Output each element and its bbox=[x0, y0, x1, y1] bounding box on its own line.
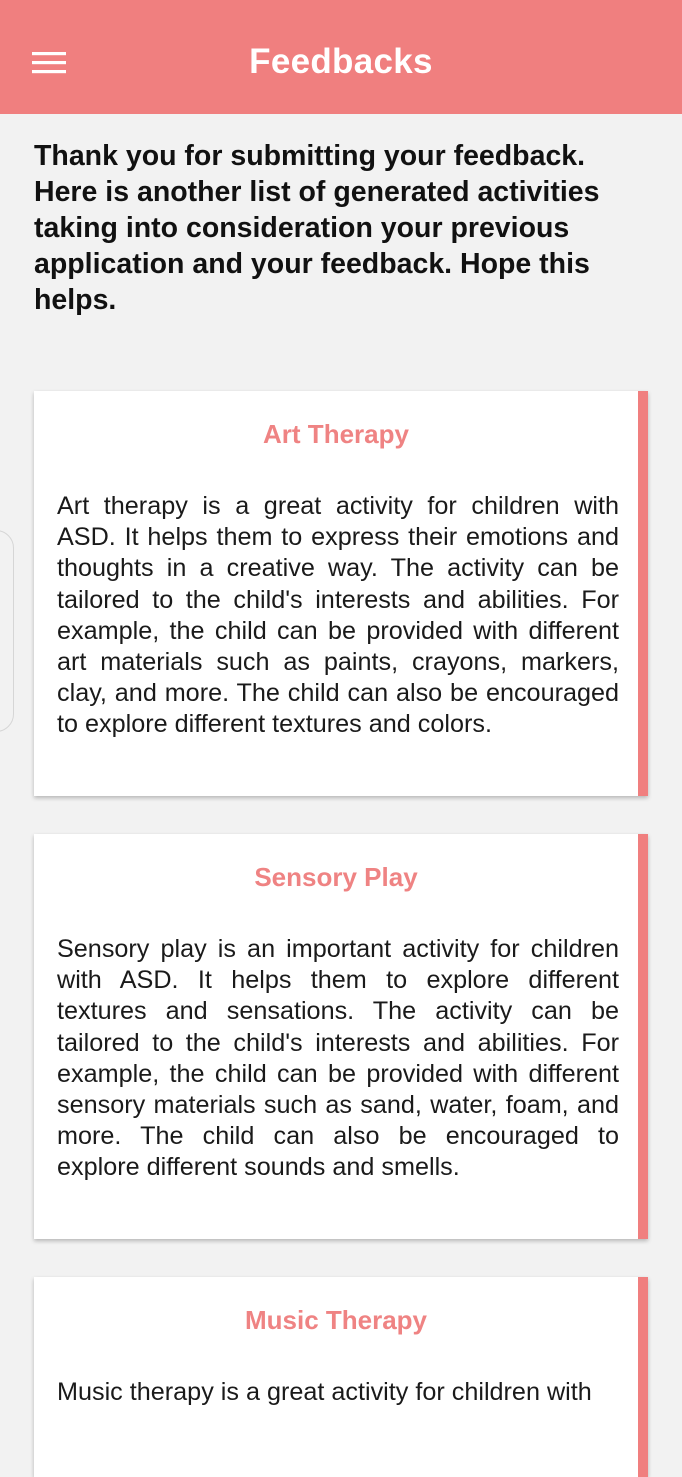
activity-card-music-therapy[interactable]: Music Therapy Music therapy is a great a… bbox=[34, 1277, 648, 1477]
activity-card-sensory-play[interactable]: Sensory Play Sensory play is an importan… bbox=[34, 834, 648, 1239]
edge-drawer-handle[interactable] bbox=[0, 530, 14, 732]
activity-title: Sensory Play bbox=[254, 862, 418, 892]
activity-card-art-therapy[interactable]: Art Therapy Art therapy is a great activ… bbox=[34, 391, 648, 796]
activity-description: Music therapy is a great activity for ch… bbox=[57, 1378, 592, 1406]
intro-message: Thank you for submitting your feedback. … bbox=[34, 140, 600, 316]
activity-description: Sensory play is an important activity fo… bbox=[57, 935, 619, 1182]
activity-description: Art therapy is a great activity for chil… bbox=[57, 492, 619, 739]
activity-title: Art Therapy bbox=[263, 419, 409, 449]
app-bar: Feedbacks bbox=[0, 0, 682, 114]
activity-title: Music Therapy bbox=[244, 1305, 428, 1335]
page-title: Feedbacks bbox=[249, 42, 433, 81]
